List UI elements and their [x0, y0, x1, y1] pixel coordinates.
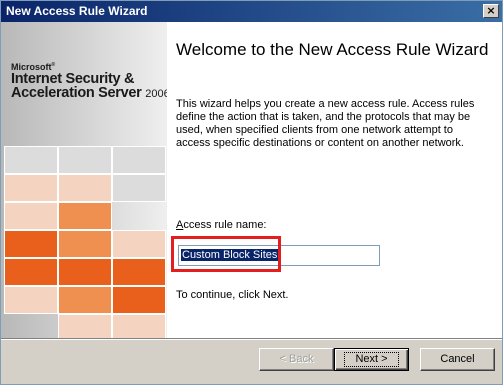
decorative-tile: [4, 258, 58, 286]
cancel-button[interactable]: Cancel: [420, 348, 495, 371]
rule-name-input[interactable]: Custom Block Sites: [178, 245, 380, 266]
logo-product-line2: Acceleration Server 2006: [11, 86, 167, 101]
continue-instruction: To continue, click Next.: [176, 289, 289, 301]
decorative-tile: [58, 230, 112, 258]
wizard-client-area: Microsoft® Internet Security & Accelerat…: [1, 22, 502, 338]
wizard-main-panel: Welcome to the New Access Rule Wizard Th…: [167, 22, 502, 338]
decorative-tile: [112, 314, 166, 338]
close-button[interactable]: ×: [483, 4, 499, 18]
next-button[interactable]: Next >: [334, 348, 409, 371]
decorative-tile: [4, 230, 58, 258]
decorative-tile: [112, 230, 166, 258]
decorative-tile: [4, 202, 58, 230]
decorative-tile: [4, 174, 58, 202]
rule-name-label: Access rule name:: [176, 219, 267, 231]
decorative-tile: [58, 174, 112, 202]
title-bar[interactable]: New Access Rule Wizard ×: [1, 1, 502, 22]
decorative-tile: [58, 314, 112, 338]
window-title: New Access Rule Wizard: [6, 4, 148, 18]
decorative-tile: [58, 146, 112, 174]
decorative-tile: [58, 202, 112, 230]
logo-version: 2006: [145, 88, 167, 100]
logo-product-line1: Internet Security &: [11, 71, 135, 87]
rule-name-selected-text: Custom Block Sites: [181, 249, 279, 261]
decorative-tile: [4, 286, 58, 314]
decorative-tile: [112, 146, 166, 174]
decorative-tile: [112, 286, 166, 314]
page-title: Welcome to the New Access Rule Wizard: [176, 40, 489, 59]
product-logo: Microsoft® Internet Security & Accelerat…: [11, 60, 167, 101]
close-icon: ×: [486, 4, 496, 17]
back-button[interactable]: < Back: [259, 348, 334, 371]
decorative-tile: [4, 146, 58, 174]
wizard-sidebar: Microsoft® Internet Security & Accelerat…: [1, 22, 167, 338]
wizard-description: This wizard helps you create a new acces…: [176, 98, 475, 149]
footer-separator-highlight: [1, 339, 502, 340]
decorative-tile: [112, 174, 166, 202]
decorative-tile: [58, 258, 112, 286]
wizard-window: New Access Rule Wizard × Microsoft® Inte…: [0, 0, 503, 385]
decorative-tile: [112, 258, 166, 286]
decorative-tile: [58, 286, 112, 314]
